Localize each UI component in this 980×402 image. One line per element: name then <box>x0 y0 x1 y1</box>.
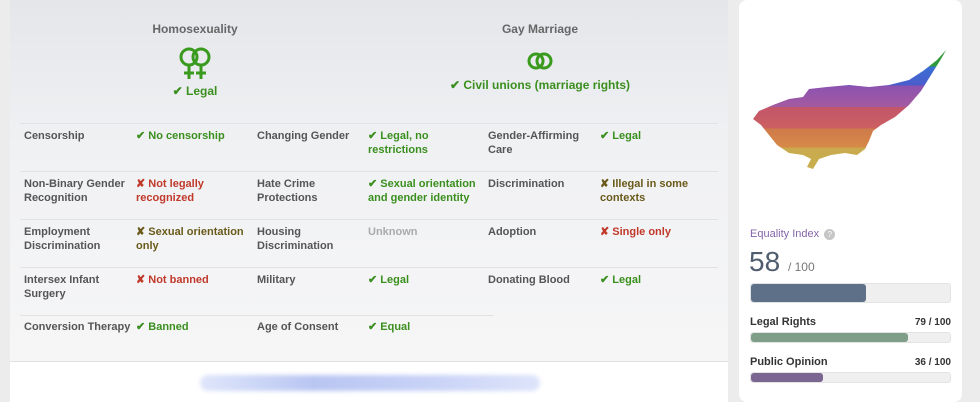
table-row: Employment Discrimination ✘ Sexual orien… <box>20 219 718 267</box>
legal-rights-label: Legal Rights <box>750 316 817 328</box>
public-opinion-label: Public Opinion <box>750 356 828 368</box>
row-value: ✘ Illegal in some contexts <box>600 178 689 204</box>
gay-marriage-summary: Gay Marriage ✔ Civil unions (marriage ri… <box>410 22 670 92</box>
legal-rights-bar <box>750 332 951 343</box>
equality-index-label: Equality Index <box>750 228 820 240</box>
public-opinion-value: 36 / 100 <box>914 357 951 368</box>
equality-score: 58 / 100 <box>749 246 815 278</box>
row-label: Military <box>257 274 296 286</box>
legal-rights-value: 79 / 100 <box>914 317 951 328</box>
cyprus-rainbow-map-icon <box>753 50 946 169</box>
legal-rights-fill <box>751 333 909 342</box>
help-icon[interactable]: ? <box>824 228 836 240</box>
row-value: ✔ Legal <box>600 274 642 286</box>
table-row: Conversion Therapy ✔ Banned Age of Conse… <box>20 315 494 345</box>
row-value: ✔ Legal <box>368 274 410 286</box>
female-female-symbol-icon <box>179 47 211 79</box>
row-label: Housing Discrimination <box>257 226 334 252</box>
sidebar-card: Equality Index ? 58 / 100 Legal Rights 7… <box>739 0 962 402</box>
equality-index-fill <box>751 284 867 302</box>
row-label: Non-Binary Gender Recognition <box>24 178 125 204</box>
table-row: Non-Binary Gender Recognition ✘ Not lega… <box>20 171 718 219</box>
row-value: ✘ Not banned <box>136 274 209 286</box>
row-value: ✘ Not legally recognized <box>136 178 204 204</box>
row-label: Adoption <box>488 226 537 238</box>
blurred-link[interactable] <box>200 375 540 391</box>
row-value: Unknown <box>368 226 418 238</box>
row-label: Donating Blood <box>488 274 570 286</box>
equality-score-max: / 100 <box>787 260 815 274</box>
row-value: ✘ Sexual orientation only <box>136 226 244 252</box>
homosexuality-summary: Homosexuality ✔ Legal <box>130 22 260 98</box>
row-label: Censorship <box>24 130 85 142</box>
row-value: ✔ Legal <box>600 130 642 142</box>
row-label: Discrimination <box>488 178 565 190</box>
row-label: Employment Discrimination <box>24 226 101 252</box>
equality-index-title: Equality Index ? <box>750 228 836 240</box>
public-opinion-fill <box>751 373 823 382</box>
table-row: Censorship ✔ No censorship Changing Gend… <box>20 123 718 171</box>
row-value: ✔ No censorship <box>136 130 225 142</box>
row-value: ✔ Banned <box>136 321 189 333</box>
gay-marriage-status: ✔ Civil unions (marriage rights) <box>449 78 631 92</box>
row-value: ✔ Sexual orientation and gender identity <box>368 178 476 204</box>
summary-area: Homosexuality ✔ Legal Gay Marriage ✔ Civ… <box>10 0 728 362</box>
row-label: Age of Consent <box>257 321 339 333</box>
equality-score-value: 58 <box>749 246 781 277</box>
equality-index-bar <box>750 283 951 303</box>
row-value: ✔ Legal, no restrictions <box>368 130 429 156</box>
row-label: Conversion Therapy <box>24 321 131 333</box>
row-label: Intersex Infant Surgery <box>24 274 100 300</box>
row-label: Hate Crime Protections <box>257 178 318 204</box>
homosexuality-status: ✔ Legal <box>172 84 218 98</box>
linked-rings-icon <box>527 52 553 70</box>
row-label: Gender-Affirming Care <box>488 130 580 156</box>
row-label: Changing Gender <box>257 130 350 142</box>
gay-marriage-title: Gay Marriage <box>501 22 579 36</box>
row-value: ✔ Equal <box>368 321 411 333</box>
homosexuality-title: Homosexuality <box>152 22 238 36</box>
public-opinion-bar <box>750 372 951 383</box>
main-panel: Homosexuality ✔ Legal Gay Marriage ✔ Civ… <box>10 0 728 402</box>
row-value: ✘ Single only <box>600 226 671 238</box>
table-row: Intersex Infant Surgery ✘ Not banned Mil… <box>20 267 718 315</box>
